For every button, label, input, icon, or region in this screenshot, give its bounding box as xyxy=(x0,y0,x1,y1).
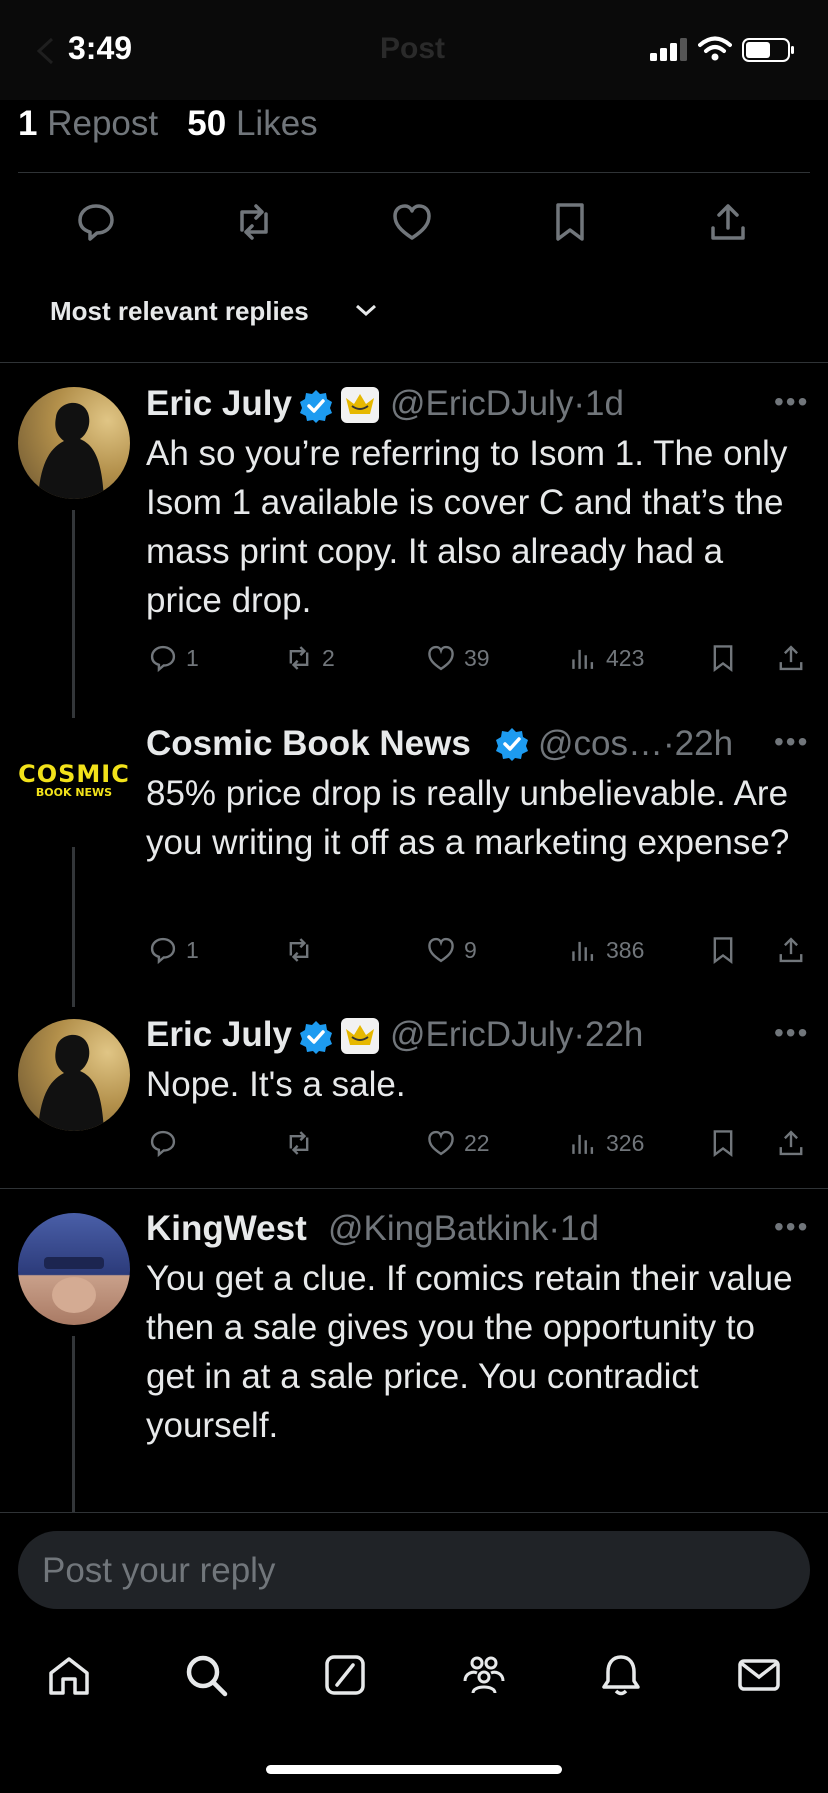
like-count[interactable]: 9 xyxy=(426,935,477,965)
repost-count: 1 xyxy=(18,104,38,143)
share-icon[interactable] xyxy=(706,200,750,244)
reply-handle[interactable]: @EricDJuly xyxy=(390,384,573,423)
header-title: Post xyxy=(380,32,446,65)
avatar[interactable]: COSMIC BOOK NEWS xyxy=(18,724,130,836)
battery-icon xyxy=(742,38,796,62)
avatar-logo-text: COSMIC xyxy=(18,759,130,788)
notifications-icon[interactable] xyxy=(597,1651,645,1699)
avatar[interactable] xyxy=(18,387,130,499)
reply-handle-line: @EricDJuly·22h xyxy=(390,1015,644,1054)
repost-count[interactable] xyxy=(284,935,322,965)
back-arrow-icon[interactable] xyxy=(34,36,56,66)
view-count[interactable]: 386 xyxy=(568,935,644,965)
likes-label[interactable]: Likes xyxy=(236,104,318,143)
reply-author-name[interactable]: Cosmic Book News xyxy=(146,724,471,764)
sort-dropdown[interactable]: Most relevant replies xyxy=(50,296,309,327)
reply-author-name[interactable]: Eric July xyxy=(146,1015,292,1055)
reply-placeholder: Post your reply xyxy=(42,1551,276,1590)
thread-line xyxy=(72,1336,75,1516)
verified-icon xyxy=(494,726,530,762)
messages-icon[interactable] xyxy=(735,1651,783,1699)
avatar[interactable] xyxy=(18,1019,130,1131)
repost-count[interactable] xyxy=(284,1128,322,1158)
reply-count[interactable]: 1 xyxy=(148,935,199,965)
reply-handle-line: @KingBatkink·1d xyxy=(328,1209,599,1248)
reply-time: 1d xyxy=(584,384,624,423)
reply-author-name[interactable]: KingWest xyxy=(146,1209,307,1249)
reply-time: 22h xyxy=(584,1015,644,1054)
reply-input[interactable]: Post your reply xyxy=(18,1531,810,1609)
avatar-logo-subtext: BOOK NEWS xyxy=(35,785,113,799)
verified-icon xyxy=(298,388,334,424)
affiliate-badge-icon xyxy=(340,386,380,424)
reply-time: 1d xyxy=(560,1209,599,1248)
view-count[interactable]: 423 xyxy=(568,643,644,673)
share-icon[interactable] xyxy=(776,1128,806,1158)
reply-handle[interactable]: @KingBatkink xyxy=(328,1209,548,1248)
like-count[interactable]: 22 xyxy=(426,1128,490,1158)
bookmark-icon[interactable] xyxy=(708,643,738,673)
home-icon[interactable] xyxy=(45,1651,93,1699)
bookmark-icon[interactable] xyxy=(708,1128,738,1158)
reply-count[interactable]: 1 xyxy=(148,643,199,673)
more-options-icon[interactable]: ••• xyxy=(774,1017,809,1049)
status-time: 3:49 xyxy=(68,30,133,66)
reply-time: 22h xyxy=(674,724,734,763)
reply-count[interactable] xyxy=(148,1128,186,1158)
more-options-icon[interactable]: ••• xyxy=(774,386,809,418)
reply-handle-line: @EricDJuly·1d xyxy=(390,384,624,423)
post-stats: 1 Repost 50 Likes xyxy=(18,104,318,144)
reply-text: Nope. It's a sale. xyxy=(146,1065,406,1104)
share-icon[interactable] xyxy=(776,643,806,673)
avatar[interactable] xyxy=(18,1213,130,1325)
wifi-icon xyxy=(698,36,732,62)
more-options-icon[interactable]: ••• xyxy=(774,726,809,758)
thread-line xyxy=(72,847,75,1007)
repost-icon[interactable] xyxy=(232,200,276,244)
chevron-down-icon[interactable] xyxy=(354,302,378,318)
like-icon[interactable] xyxy=(390,200,434,244)
divider xyxy=(0,1188,828,1189)
verified-icon xyxy=(298,1019,334,1055)
sort-label: Most relevant replies xyxy=(50,296,309,326)
more-options-icon[interactable]: ••• xyxy=(774,1211,809,1243)
like-count[interactable]: 39 xyxy=(426,643,490,673)
affiliate-badge-icon xyxy=(340,1017,380,1055)
divider xyxy=(18,172,810,173)
home-indicator[interactable] xyxy=(266,1765,562,1774)
reply-handle-line: @cos…·22h xyxy=(538,724,734,763)
view-count[interactable]: 326 xyxy=(568,1128,644,1158)
thread-line xyxy=(72,510,75,718)
reply-text: You get a clue. If comics retain their v… xyxy=(146,1259,793,1445)
repost-label[interactable]: Repost xyxy=(47,104,158,143)
search-icon[interactable] xyxy=(182,1651,230,1699)
repost-count[interactable]: 2 xyxy=(284,643,335,673)
bookmark-icon[interactable] xyxy=(708,935,738,965)
bookmark-icon[interactable] xyxy=(548,200,592,244)
reply-text: Ah so you’re referring to Isom 1. The on… xyxy=(146,434,788,620)
signal-icon xyxy=(650,38,690,62)
likes-count: 50 xyxy=(187,104,227,143)
reply-icon[interactable] xyxy=(74,200,118,244)
share-icon[interactable] xyxy=(776,935,806,965)
reply-author-name[interactable]: Eric July xyxy=(146,384,292,424)
grok-icon[interactable] xyxy=(321,1651,369,1699)
communities-icon[interactable] xyxy=(459,1651,507,1699)
divider xyxy=(0,362,828,363)
reply-text: 85% price drop is really unbelievable. A… xyxy=(146,774,790,862)
reply-handle[interactable]: @cos… xyxy=(538,724,663,763)
reply-handle[interactable]: @EricDJuly xyxy=(390,1015,573,1054)
